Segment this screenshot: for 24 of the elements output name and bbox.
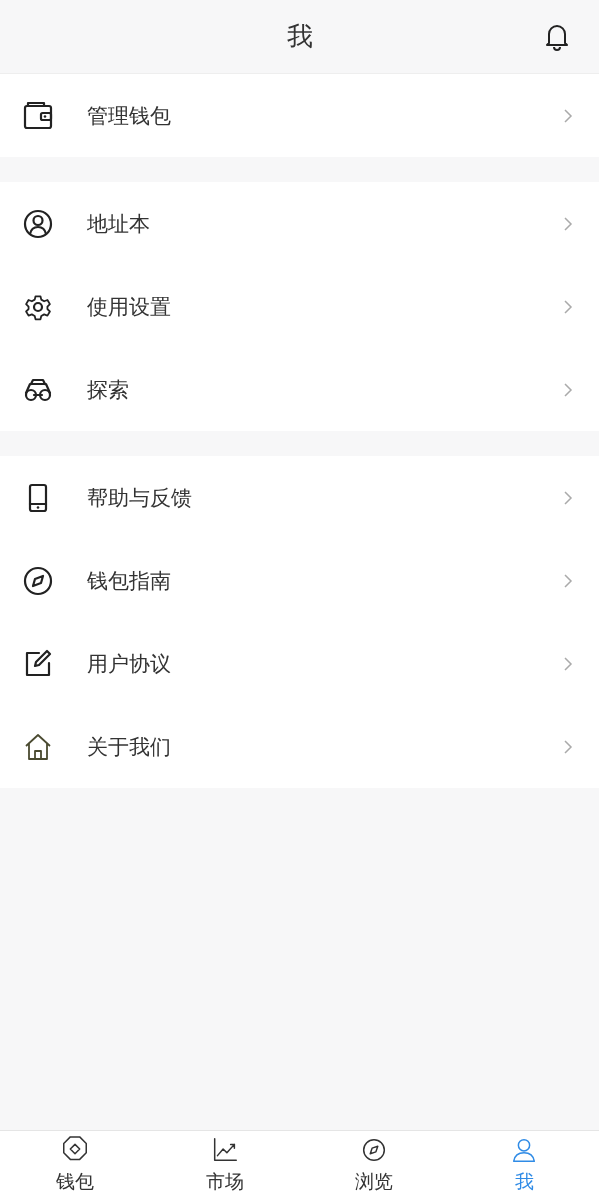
chevron-right-icon (563, 298, 573, 315)
menu-item[interactable]: 钱包指南 (0, 539, 599, 622)
menu-item[interactable]: 关于我们 (0, 705, 599, 788)
compass-icon (22, 564, 54, 597)
tab[interactable]: 浏览 (299, 1131, 450, 1199)
menu-item[interactable]: 探索 (0, 348, 599, 431)
wallet-icon (22, 99, 54, 132)
menu-item[interactable]: 管理钱包 (0, 74, 599, 157)
chevron-right-icon (563, 215, 573, 232)
tab[interactable]: 市场 (149, 1131, 300, 1199)
page-title: 我 (286, 20, 313, 53)
menu-item[interactable]: 用户协议 (0, 622, 599, 705)
chevron-right-icon (563, 655, 573, 672)
chevron-right-icon (563, 381, 573, 398)
chevron-right-icon (563, 572, 573, 589)
tab[interactable]: 我 (449, 1131, 599, 1199)
chevron-right-icon (563, 738, 573, 755)
menu-item[interactable]: 帮助与反馈 (0, 456, 599, 539)
person-circle-icon (22, 207, 54, 240)
tab[interactable]: 钱包 (0, 1131, 150, 1199)
menu-item[interactable]: 使用设置 (0, 265, 599, 348)
chevron-right-icon (563, 107, 573, 124)
menu-item[interactable]: 地址本 (0, 182, 599, 265)
chevron-right-icon (563, 489, 573, 506)
